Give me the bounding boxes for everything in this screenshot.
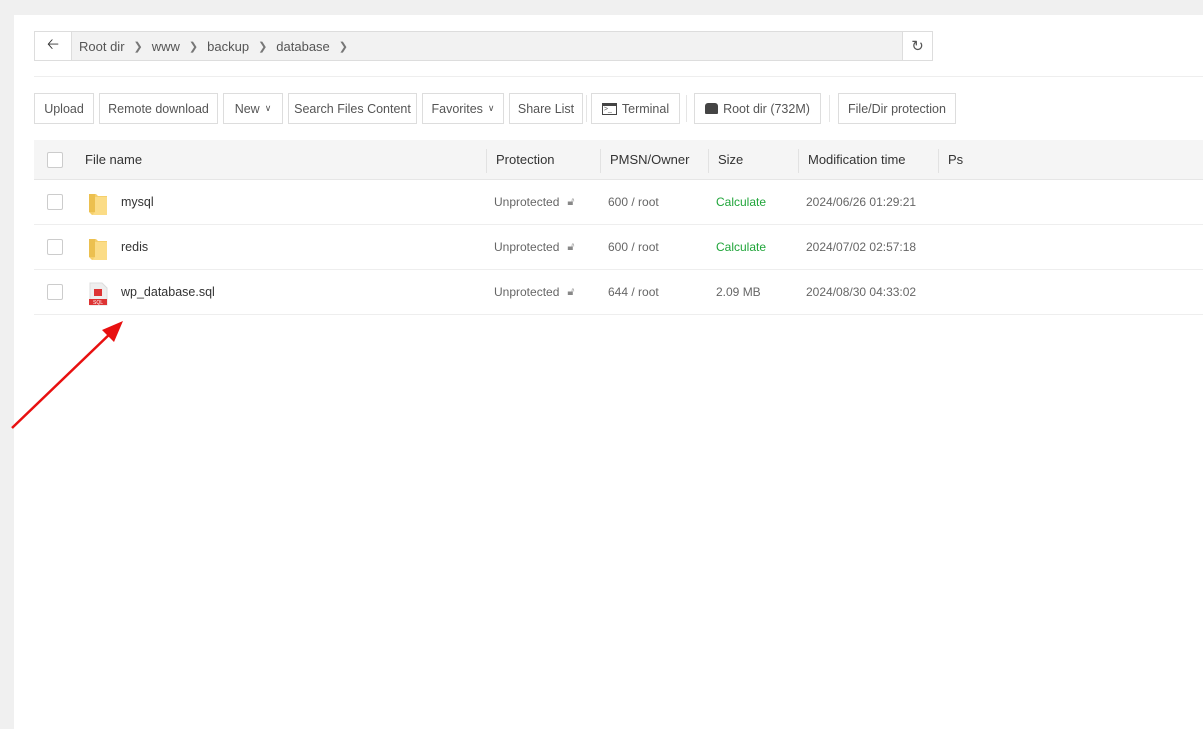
- annotation-arrow: [11, 321, 123, 429]
